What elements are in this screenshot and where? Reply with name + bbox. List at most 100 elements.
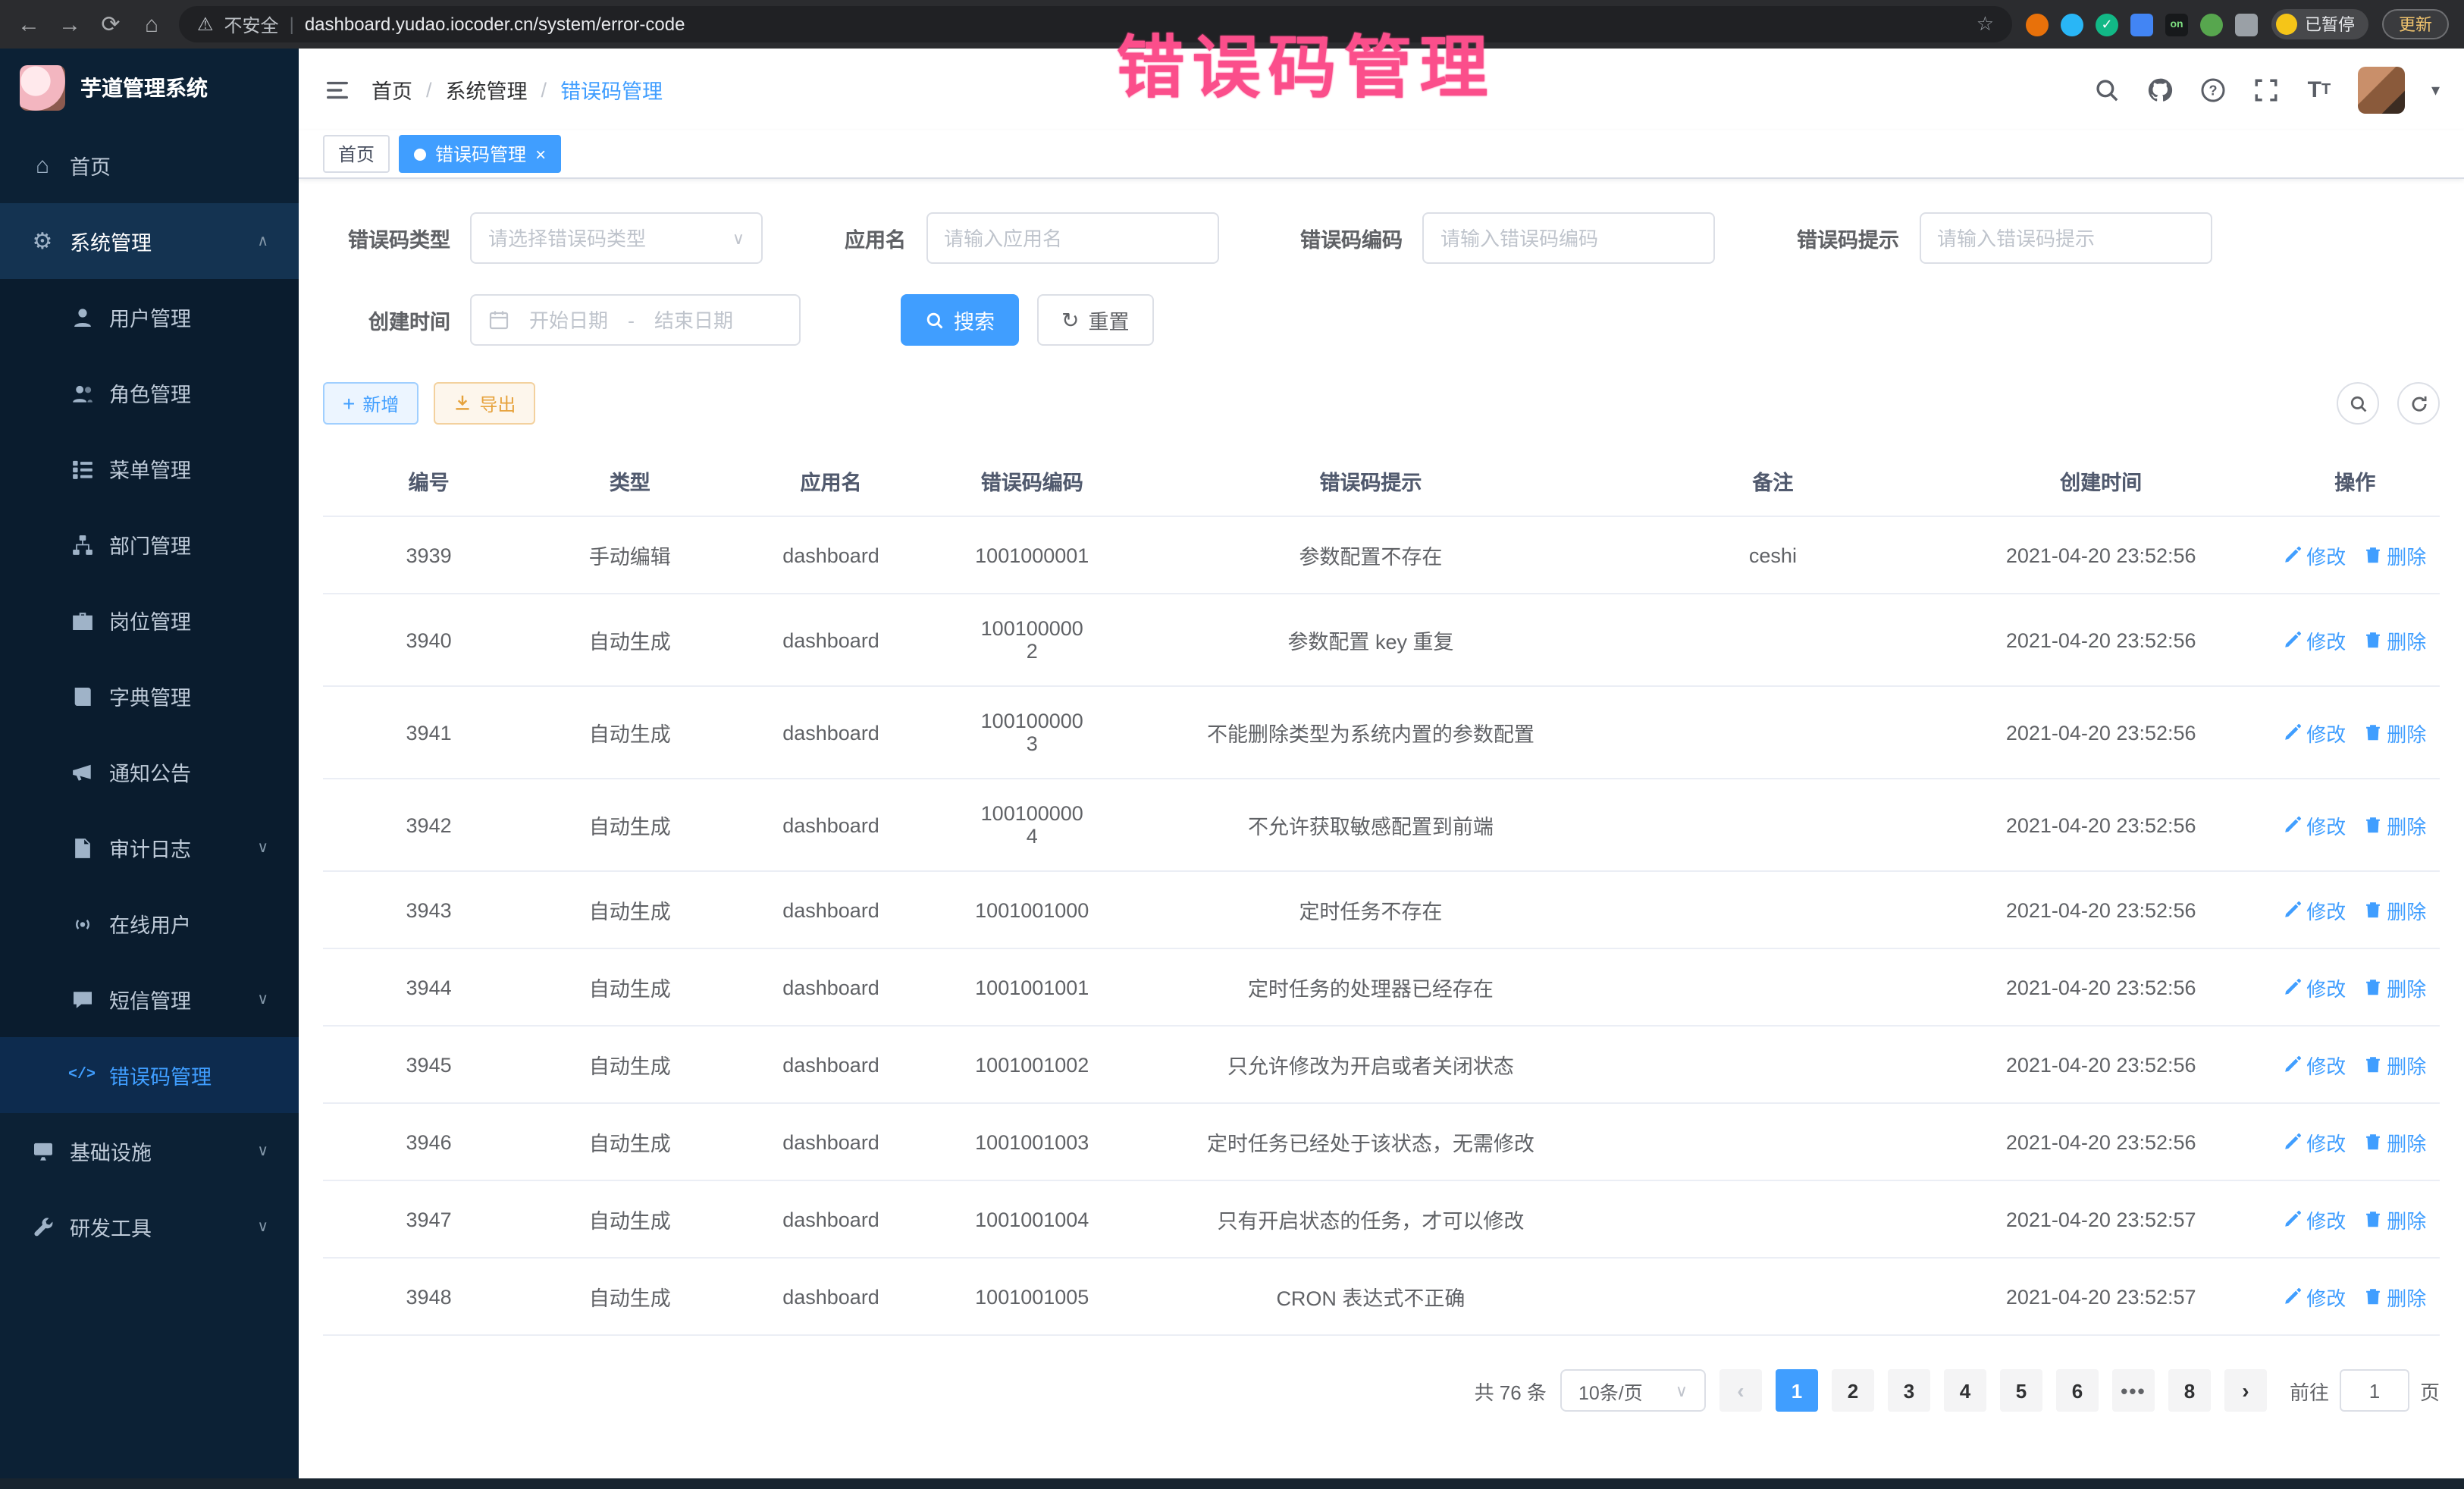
- sidebar-item-role[interactable]: 角色管理: [0, 355, 299, 431]
- table-row[interactable]: 3947自动生成dashboard1001001004只有开启状态的任务，才可以…: [323, 1180, 2440, 1258]
- edit-link[interactable]: 修改: [2284, 1282, 2346, 1311]
- delete-link[interactable]: 删除: [2364, 895, 2426, 924]
- delete-link[interactable]: 删除: [2364, 625, 2426, 654]
- sidebar-item-sms[interactable]: 短信管理∨: [0, 961, 299, 1037]
- edit-link[interactable]: 修改: [2284, 718, 2346, 747]
- error-hint-input[interactable]: [1937, 227, 2193, 249]
- check-ext-icon[interactable]: ✓: [2096, 13, 2118, 36]
- table-row[interactable]: 3943自动生成dashboard1001001000定时任务不存在2021-0…: [323, 871, 2440, 948]
- reload-icon[interactable]: ⟳: [97, 11, 124, 38]
- delete-link[interactable]: 删除: [2364, 1205, 2426, 1234]
- close-icon[interactable]: ×: [535, 145, 546, 163]
- table-row[interactable]: 3942自动生成dashboard100100000 4不允许获取敏感配置到前端…: [323, 779, 2440, 871]
- puzzle-ext-icon[interactable]: [2235, 13, 2258, 36]
- table-row[interactable]: 3945自动生成dashboard1001001002只允许修改为开启或者关闭状…: [323, 1026, 2440, 1103]
- tab-active[interactable]: 错误码管理×: [399, 135, 561, 173]
- sidebar-item-online[interactable]: 在线用户: [0, 886, 299, 961]
- page-button[interactable]: 8: [2168, 1369, 2211, 1412]
- edit-link[interactable]: 修改: [2284, 973, 2346, 1002]
- sidebar-item-tools[interactable]: 研发工具∨: [0, 1189, 299, 1265]
- drop-ext-icon[interactable]: [2061, 13, 2083, 36]
- sidebar-item-org[interactable]: 部门管理: [0, 506, 299, 582]
- address-bar[interactable]: ⚠ 不安全 | dashboard.yudao.iocoder.cn/syste…: [179, 6, 2012, 42]
- table-row[interactable]: 3940自动生成dashboard100100000 2参数配置 key 重复2…: [323, 594, 2440, 686]
- back-icon[interactable]: ←: [15, 11, 42, 37]
- shield-ext-icon[interactable]: [2026, 13, 2049, 36]
- sidebar-item-log[interactable]: 审计日志∨: [0, 810, 299, 886]
- error-type-select-input[interactable]: [488, 227, 723, 249]
- reset-button[interactable]: ↻ 重置: [1037, 294, 1153, 346]
- delete-link[interactable]: 删除: [2364, 1127, 2426, 1156]
- app-name-input[interactable]: [944, 227, 1200, 249]
- sidebar-item-book[interactable]: 字典管理: [0, 658, 299, 734]
- error-code-field[interactable]: [1422, 212, 1715, 264]
- leaf-ext-icon[interactable]: [2200, 13, 2223, 36]
- bookmark-star-icon[interactable]: ☆: [1977, 12, 1994, 36]
- page-button[interactable]: 6: [2056, 1369, 2099, 1412]
- delete-link[interactable]: 删除: [2364, 1050, 2426, 1079]
- forward-icon[interactable]: →: [56, 11, 83, 37]
- delete-link[interactable]: 删除: [2364, 810, 2426, 839]
- edit-link[interactable]: 修改: [2284, 895, 2346, 924]
- sidebar-item-gear[interactable]: ⚙系统管理∧: [0, 203, 299, 279]
- sidebar-item-code[interactable]: </>错误码管理: [0, 1037, 299, 1113]
- table-row[interactable]: 3941自动生成dashboard100100000 3不能删除类型为系统内置的…: [323, 686, 2440, 779]
- page-button[interactable]: 2: [1832, 1369, 1874, 1412]
- start-date-input[interactable]: [520, 309, 617, 331]
- table-row[interactable]: 3948自动生成dashboard1001001005CRON 表达式不正确20…: [323, 1258, 2440, 1335]
- font-size-icon[interactable]: TT: [2306, 76, 2333, 103]
- chevron-down-icon[interactable]: ▾: [2431, 80, 2440, 99]
- github-icon[interactable]: [2146, 76, 2174, 103]
- fullscreen-icon[interactable]: [2252, 76, 2280, 103]
- sidebar-item-infra[interactable]: 基础设施∨: [0, 1113, 299, 1189]
- on-badge-ext-icon[interactable]: on: [2165, 13, 2188, 36]
- breadcrumb-item[interactable]: 系统管理: [446, 74, 528, 105]
- edit-link[interactable]: 修改: [2284, 625, 2346, 654]
- search-button[interactable]: 搜索: [901, 294, 1019, 346]
- refresh-table-button[interactable]: [2397, 382, 2440, 425]
- breadcrumb-item[interactable]: 首页: [371, 74, 412, 105]
- avatar[interactable]: [2359, 66, 2406, 113]
- paused-badge[interactable]: 已暂停: [2271, 9, 2368, 39]
- sidebar-item-user[interactable]: 用户管理: [0, 279, 299, 355]
- sidebar-item-home[interactable]: ⌂首页: [0, 127, 299, 203]
- page-button[interactable]: 3: [1888, 1369, 1930, 1412]
- hamburger-icon[interactable]: [323, 76, 350, 103]
- edit-link[interactable]: 修改: [2284, 810, 2346, 839]
- date-range-picker[interactable]: -: [470, 294, 801, 346]
- error-hint-field[interactable]: [1919, 212, 2212, 264]
- next-page-button[interactable]: ›: [2224, 1369, 2267, 1412]
- tab-item[interactable]: 首页: [323, 135, 390, 173]
- table-row[interactable]: 3944自动生成dashboard1001001001定时任务的处理器已经存在2…: [323, 948, 2440, 1026]
- page-ellipsis[interactable]: •••: [2112, 1369, 2155, 1412]
- end-date-input[interactable]: [645, 309, 742, 331]
- edit-link[interactable]: 修改: [2284, 1050, 2346, 1079]
- edit-link[interactable]: 修改: [2284, 1205, 2346, 1234]
- delete-link[interactable]: 删除: [2364, 1282, 2426, 1311]
- add-button[interactable]: + 新增: [323, 382, 419, 425]
- page-button[interactable]: 4: [1944, 1369, 1986, 1412]
- export-button[interactable]: 导出: [434, 382, 535, 425]
- sidebar-item-suitcase[interactable]: 岗位管理: [0, 582, 299, 658]
- delete-link[interactable]: 删除: [2364, 718, 2426, 747]
- update-button[interactable]: 更新: [2382, 9, 2449, 39]
- help-icon[interactable]: ?: [2199, 76, 2227, 103]
- search-icon[interactable]: [2093, 76, 2121, 103]
- page-button[interactable]: 1: [1776, 1369, 1818, 1412]
- app-logo[interactable]: 芋道管理系统: [0, 49, 299, 127]
- prev-page-button[interactable]: ‹: [1719, 1369, 1762, 1412]
- sidebar-item-megaphone[interactable]: 通知公告: [0, 734, 299, 810]
- error-code-input[interactable]: [1440, 227, 1697, 249]
- page-size-select[interactable]: 10条/页 ∨: [1560, 1369, 1706, 1412]
- grid-ext-icon[interactable]: [2130, 13, 2153, 36]
- page-button[interactable]: 5: [2000, 1369, 2042, 1412]
- edit-link[interactable]: 修改: [2284, 541, 2346, 569]
- delete-link[interactable]: 删除: [2364, 541, 2426, 569]
- table-row[interactable]: 3939手动编辑dashboard1001000001参数配置不存在ceshi2…: [323, 516, 2440, 594]
- show-search-toggle-button[interactable]: [2337, 382, 2379, 425]
- delete-link[interactable]: 删除: [2364, 973, 2426, 1002]
- browser-home-icon[interactable]: ⌂: [138, 11, 165, 37]
- error-type-select[interactable]: ∨: [470, 212, 763, 264]
- goto-page-input[interactable]: [2340, 1369, 2409, 1412]
- edit-link[interactable]: 修改: [2284, 1127, 2346, 1156]
